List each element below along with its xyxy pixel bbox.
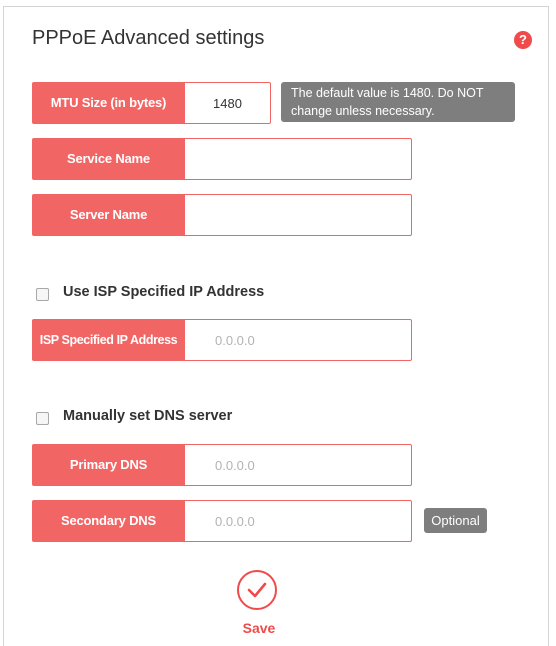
save-label[interactable]: Save — [232, 620, 286, 636]
service-name-input[interactable] — [185, 138, 412, 180]
isp-ip-checkbox[interactable] — [36, 288, 49, 301]
checkmark-circle-icon[interactable] — [237, 570, 277, 610]
secondary-dns-row: Secondary DNS — [32, 500, 412, 542]
isp-ip-label: ISP Specified IP Address — [32, 319, 185, 361]
mtu-label: MTU Size (in bytes) — [32, 82, 185, 124]
secondary-dns-input[interactable] — [185, 500, 412, 542]
manual-dns-checkbox[interactable] — [36, 412, 49, 425]
page-title: PPPoE Advanced settings — [32, 27, 265, 49]
save-button[interactable]: Save — [232, 568, 286, 638]
isp-ip-checkbox-label: Use ISP Specified IP Address — [63, 284, 265, 300]
server-name-label: Server Name — [32, 194, 185, 236]
isp-ip-input[interactable] — [185, 319, 412, 361]
optional-badge: Optional — [424, 508, 487, 533]
secondary-dns-label: Secondary DNS — [32, 500, 185, 542]
primary-dns-input[interactable] — [185, 444, 412, 486]
server-name-row: Server Name — [32, 194, 412, 236]
mtu-field-row: MTU Size (in bytes) — [32, 82, 271, 124]
primary-dns-label: Primary DNS — [32, 444, 185, 486]
service-name-label: Service Name — [32, 138, 185, 180]
manual-dns-checkbox-label: Manually set DNS server — [63, 408, 233, 424]
primary-dns-row: Primary DNS — [32, 444, 412, 486]
help-icon[interactable]: ? — [514, 31, 532, 49]
mtu-input[interactable] — [185, 82, 271, 124]
service-name-row: Service Name — [32, 138, 412, 180]
server-name-input[interactable] — [185, 194, 412, 236]
mtu-hint-tooltip: The default value is 1480. Do NOT change… — [281, 82, 515, 122]
isp-ip-row: ISP Specified IP Address — [32, 319, 412, 361]
